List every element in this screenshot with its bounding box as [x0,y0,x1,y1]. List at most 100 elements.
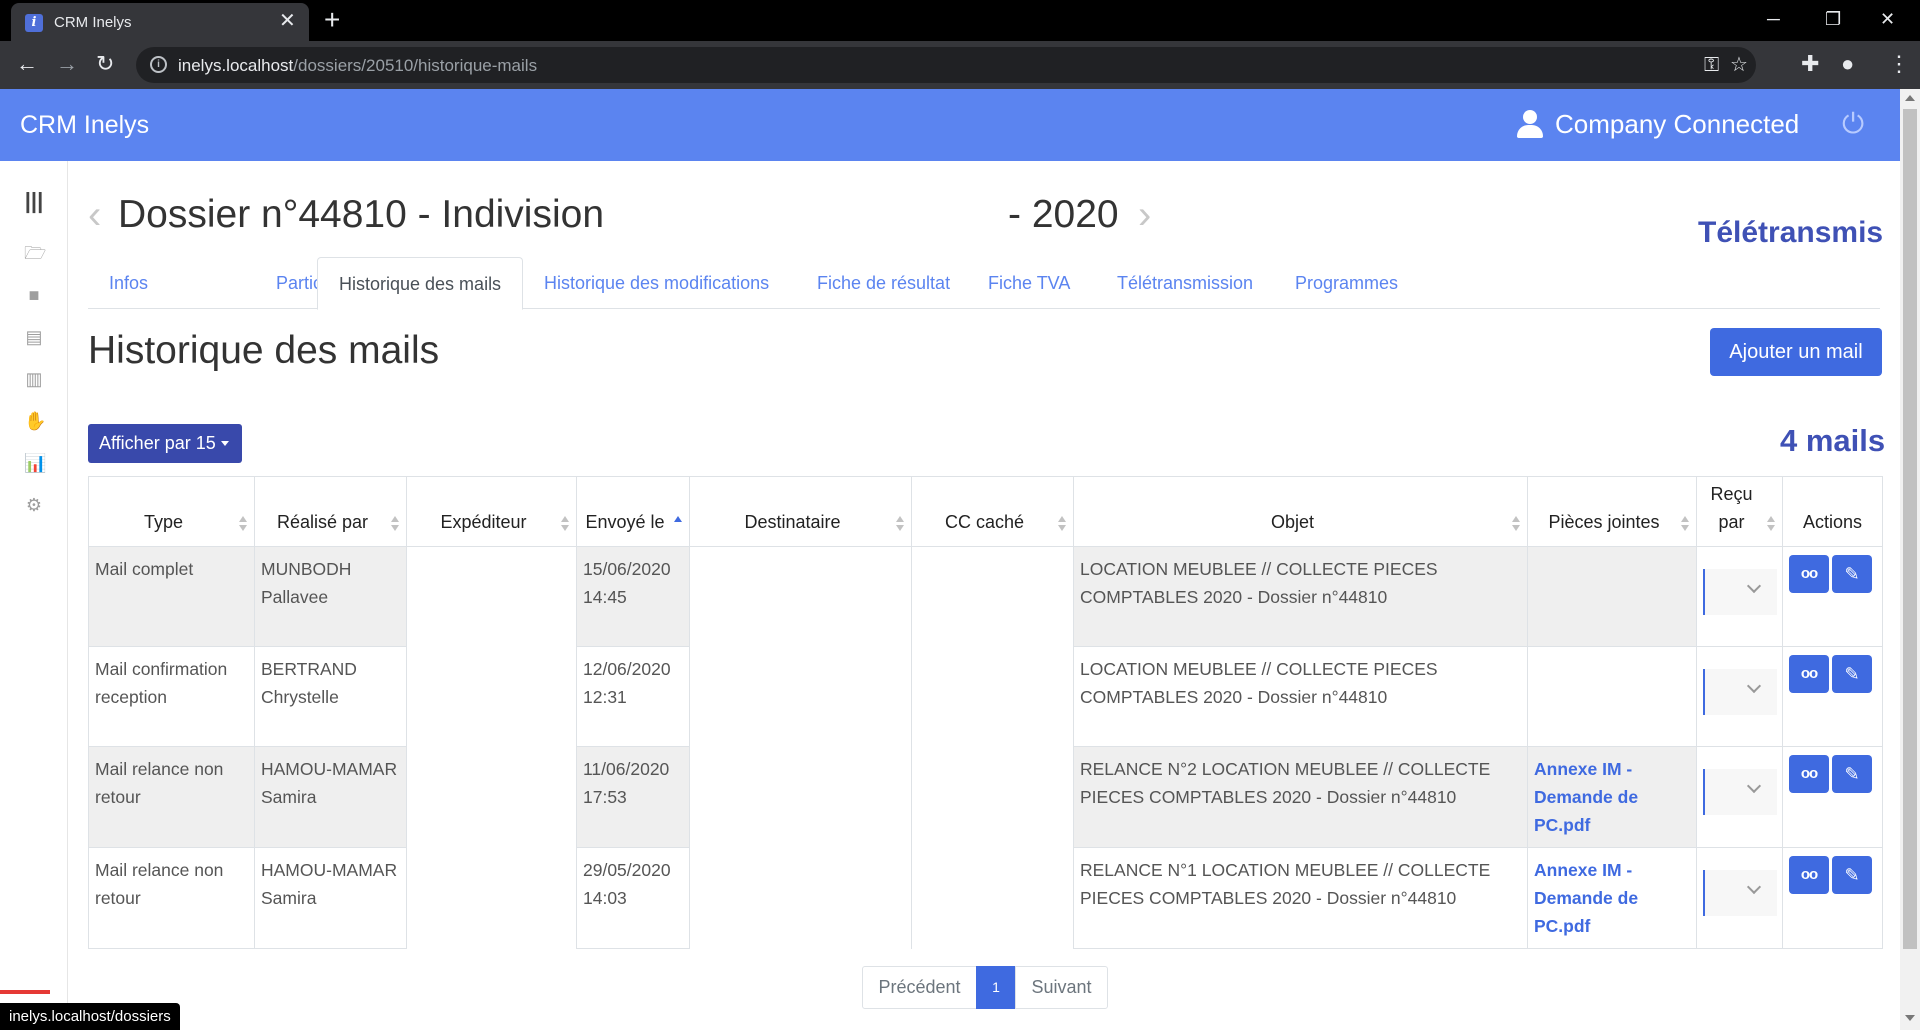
previous-dossier-icon[interactable]: ‹ [88,193,101,237]
sort-icon[interactable] [895,516,905,532]
cell-destinataire [689,746,912,848]
folder-icon[interactable]: ■ [24,285,44,305]
cell-realise-par: HAMOU-MAMAR Samira [254,746,407,848]
folder-open-icon[interactable]: 🗁 [24,243,46,263]
window-close-icon[interactable]: ✕ [1880,6,1895,32]
recu-par-select[interactable] [1703,769,1777,815]
restore-icon[interactable]: ❐ [1825,6,1841,32]
pagination-page-1[interactable]: 1 [976,966,1016,1009]
sort-icon[interactable] [1057,516,1067,532]
tab-fiche-resultat[interactable]: Fiche de résultat [796,257,971,309]
extensions-icon[interactable]: ✚ [1801,51,1819,77]
star-icon[interactable]: ☆ [1730,52,1748,78]
view-glasses-icon[interactable]: oo [1789,856,1829,894]
add-mail-button[interactable]: Ajouter un mail [1710,328,1882,376]
new-tab-icon[interactable]: + [324,6,340,34]
view-glasses-icon[interactable]: oo [1789,655,1829,693]
per-page-dropdown[interactable]: Afficher par 15 [88,424,242,463]
cell-destinataire [689,646,912,747]
scroll-thumb[interactable] [1903,109,1917,949]
mail-count: 4 mails [1780,423,1886,458]
recu-par-select[interactable] [1703,870,1777,916]
brand-logo[interactable]: CRM Inelys [20,111,149,140]
sort-ascending-icon[interactable] [673,516,683,532]
chart-icon[interactable]: 📊 [24,453,46,473]
power-icon[interactable]: ⏻ [1842,109,1864,139]
document-icon[interactable]: ▤ [24,327,44,347]
cell-envoye-le: 29/05/2020 14:03 [576,847,690,949]
sort-icon[interactable] [1680,516,1690,532]
sort-icon[interactable] [390,516,400,532]
sort-icon[interactable] [238,516,248,532]
sort-icon[interactable] [1511,516,1521,532]
col-header-objet[interactable]: Objet [1073,476,1528,547]
tab-programmes[interactable]: Programmes [1274,257,1419,309]
close-tab-icon[interactable]: ✕ [279,11,296,31]
col-header-cc-cache[interactable]: CC caché [911,476,1074,547]
recu-par-select[interactable] [1703,669,1777,715]
key-icon[interactable]: ⚿ [1704,52,1719,78]
connected-user[interactable]: Company Connected [1555,109,1799,140]
cell-pieces-jointes[interactable]: Annexe IM - Demande de PC.pdf [1527,847,1697,949]
tab-historique-modifications[interactable]: Historique des modifications [523,257,790,309]
col-header-destinataire[interactable]: Destinataire [689,476,912,547]
view-glasses-icon[interactable]: oo [1789,755,1829,793]
sort-icon[interactable] [1766,516,1776,532]
per-page-label: Afficher par 15 [99,433,216,453]
edit-pencil-icon[interactable]: ✎ [1832,856,1872,894]
cell-envoye-le: 15/06/2020 14:45 [576,546,690,647]
sort-icon[interactable] [560,516,570,532]
cell-envoye-le: 12/06/2020 12:31 [576,646,690,747]
view-glasses-icon[interactable]: oo [1789,555,1829,593]
cell-expediteur [406,847,577,949]
browser-tab[interactable]: i CRM Inelys ✕ [11,3,309,41]
edit-pencil-icon[interactable]: ✎ [1832,755,1872,793]
recu-par-select[interactable] [1703,569,1777,615]
cell-pieces-jointes[interactable] [1527,546,1697,647]
tab-fiche-tva[interactable]: Fiche TVA [967,257,1091,309]
pagination-previous[interactable]: Précédent [862,966,977,1009]
col-header-pieces-jointes[interactable]: Pièces jointes [1527,476,1697,547]
browser-toolbar: ← → ↻ i inelys.localhost/dossiers/20510/… [0,41,1920,89]
back-icon[interactable]: ← [16,51,38,77]
cell-type: Mail confirmation reception [88,646,255,747]
user-icon [1517,110,1543,140]
page-scrollbar[interactable] [1900,89,1920,1030]
caret-down-icon [221,441,229,446]
address-bar[interactable]: i inelys.localhost/dossiers/20510/histor… [136,47,1756,83]
url-text: inelys.localhost/dossiers/20510/historiq… [178,56,538,75]
handshake-icon[interactable]: ✋ [24,411,46,431]
col-header-recu-par[interactable]: Reçu par [1696,476,1783,547]
col-header-type[interactable]: Type [88,476,255,547]
cell-realise-par: BERTRAND Chrystelle [254,646,407,747]
site-info-icon[interactable]: i [150,56,167,73]
cell-type: Mail complet [88,546,255,647]
cell-cc-cache [911,746,1074,848]
scroll-down-arrow-icon[interactable] [1905,1015,1915,1021]
scroll-up-arrow-icon[interactable] [1905,95,1915,101]
menu-icon[interactable]: ||| [24,190,44,212]
cell-pieces-jointes[interactable]: Annexe IM - Demande de PC.pdf [1527,746,1697,848]
gear-icon[interactable]: ⚙ [24,495,44,515]
profile-icon[interactable]: ● [1841,51,1854,77]
tab-historique-mails[interactable]: Historique des mails [317,257,524,310]
minimize-icon[interactable]: ─ [1767,6,1780,32]
cell-pieces-jointes[interactable] [1527,646,1697,747]
forward-icon[interactable]: → [56,51,78,77]
col-header-expediteur[interactable]: Expéditeur [406,476,577,547]
cell-objet: LOCATION MEUBLEE // COLLECTE PIECES COMP… [1073,546,1528,647]
pagination-next[interactable]: Suivant [1015,966,1108,1009]
tab-teletransmission[interactable]: Télétransmission [1096,257,1274,309]
col-header-envoye-le[interactable]: Envoyé le [576,476,690,547]
edit-pencil-icon[interactable]: ✎ [1832,555,1872,593]
building-icon[interactable]: ▥ [24,369,44,389]
chrome-menu-icon[interactable]: ⋮ [1888,51,1910,77]
reload-icon[interactable]: ↻ [96,51,114,77]
next-dossier-icon[interactable]: › [1138,193,1151,237]
col-header-realise-par[interactable]: Réalisé par [254,476,407,547]
edit-pencil-icon[interactable]: ✎ [1832,655,1872,693]
tab-infos[interactable]: Infos [88,257,169,309]
cell-realise-par: MUNBODH Pallavee [254,546,407,647]
cell-objet: LOCATION MEUBLEE // COLLECTE PIECES COMP… [1073,646,1528,747]
dossier-year: - 2020 [1008,193,1119,236]
